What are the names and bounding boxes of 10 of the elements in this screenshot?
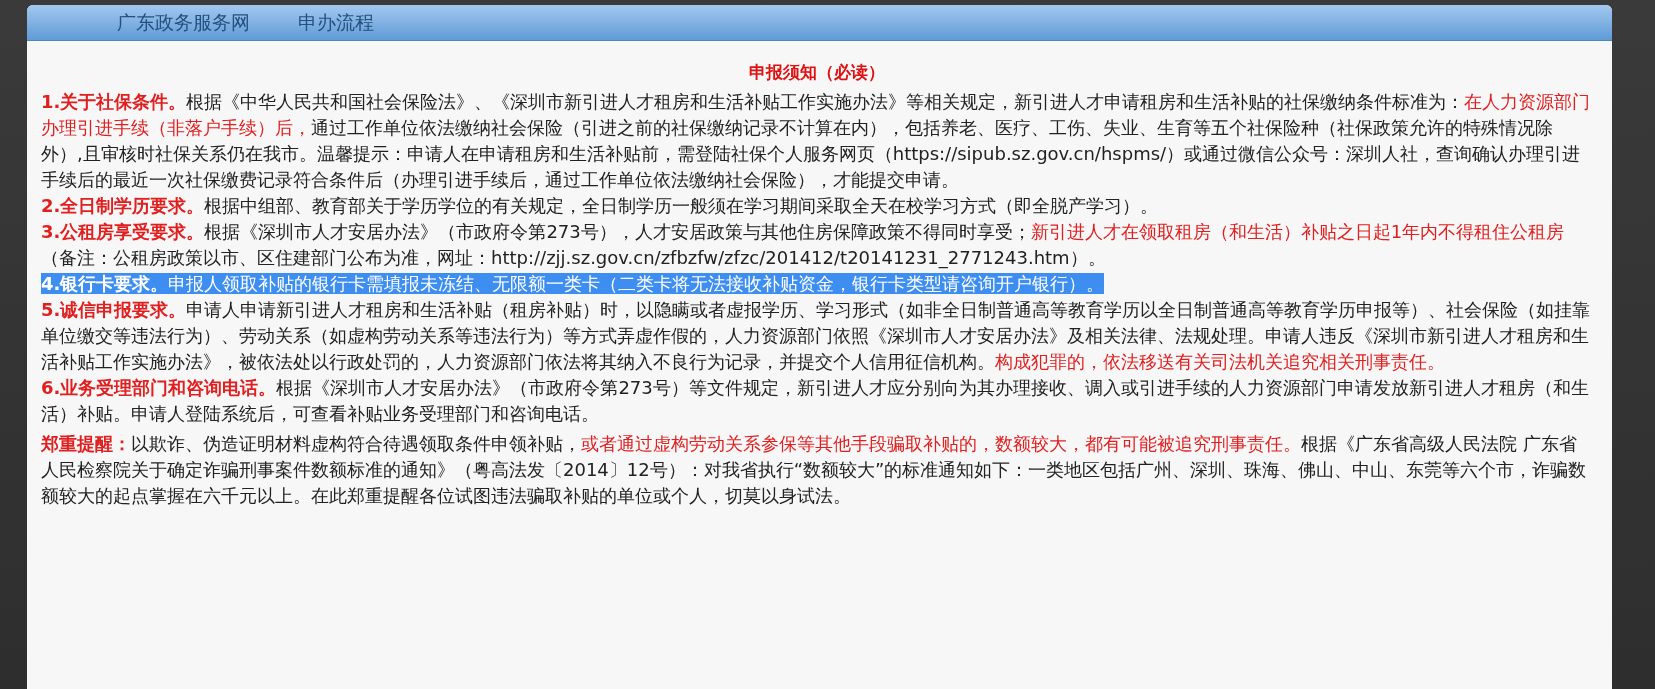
notice-paragraph: 3.公租房享受要求。根据《深圳市人才安居办法》（市政府令第273号），人才安居政策与其他住房保障政策不得同时享受；新引进人才在领取租房（和生活）补贴之日起1年内不得租住公租房 （备注：公租房政策以市、区住建部门公布为准，网址：http://zjj.sz.gov.cn/zfbzfw/zfzc/201412/t20141231_2771243.htm）。 xyxy=(41,220,1566,271)
header-text: 广东政务服务网 xyxy=(117,9,250,35)
notice-paragraph: 2.全日制学历要求。根据中组部、教育部关于学历学位的有关规定，全日制学历一般须在学习期间采取全天在校学习方式（即全脱产学习）。 xyxy=(41,194,1160,218)
notice-paragraph: 4.银行卡要求。申报人领取补贴的银行卡需填报未冻结、无限额一类卡（二类卡将无法接收补贴资金，银行卡类型请咨询开户银行）。 xyxy=(41,272,1106,296)
notice-paragraph: 5.诚信申报要求。申请人申请新引进人才租房和生活补贴（租房补贴）时，以隐瞒或者虚报学历、学习形式（如非全日制普通高等教育学历以全日制普通高等教育学历申报等）、社会保险（如挂靠单位缴交等违法行为）、劳动关系（如虚构劳动关系等违法行为）等方式弄虚作假的，人力资源部门依照《深圳市人才安居办法》及相关法律、法规处理。申请人违反《深圳市新引进人才租房和生活补贴工作实施办法》，被依法处以行政处罚的，人力资源部门依法将其纳入不良行为记录，并提交个人信用征信机构。构成犯罪的，依法移送有关司法机关追究相关刑事责任。 xyxy=(41,298,1592,374)
header-text: 申办流程 xyxy=(298,9,374,35)
notice-paragraph: 郑重提醒：以欺诈、伪造证明材料虚构符合待遇领取条件申领补贴，或者通过虚构劳动关系参保等其他手段骗取补贴的，数额较大，都有可能被追究刑事责任。根据《广东省高级人民法院 广东省人民检察院关于确定诈骗刑事案件数额标准的通知》（粤高法发〔2014〕12号）：对我省执行“数额较大”的标准通知如下：一类地区包括广州、深圳、珠海、佛山、中山、东莞等六个市，诈骗数额较大的起点掌握在六千元以上。在此郑重提醒各位试图违法骗取补贴的单位或个人，切莫以身试法。 xyxy=(41,432,1588,508)
notice-paragraph: 1.关于社保条件。根据《中华人民共和国社会保险法》、《深圳市新引进人才租房和生活补贴工作实施办法》等相关规定，新引进人才申请租房和生活补贴的社保缴纳条件标准为：在人力资源部门办理引进手续（非落户手续）后，通过工作单位依法缴纳社会保险（引进之前的社保缴纳记录不计算在内），包括养老、医疗、工伤、失业、生育等五个社保险种（社保政策允许的特殊情况除外）,且审核时社保关系仍在我市。温馨提示：申请人在申请租房和生活补贴前，需登陆社保个人服务网页（https://sipub.sz.gov.cn/hspms/）或通过微信公众号：深圳人社，查询确认办理引进手续后的最近一次社保缴费记录符合条件后（办理引进手续后，通过工作单位依法缴纳社会保险），才能提交申请。 xyxy=(41,90,1592,192)
notice-paragraph: 6.业务受理部门和咨询电话。根据《深圳市人才安居办法》（市政府令第273号）等文件规定，新引进人才应分别向为其办理接收、调入或引进手续的人力资源部门申请发放新引进人才租房（和生活）补贴。申请人登陆系统后，可查看补贴业务受理部门和咨询电话。 xyxy=(41,376,1590,426)
notice-title: 申报须知（必读） xyxy=(747,61,886,84)
